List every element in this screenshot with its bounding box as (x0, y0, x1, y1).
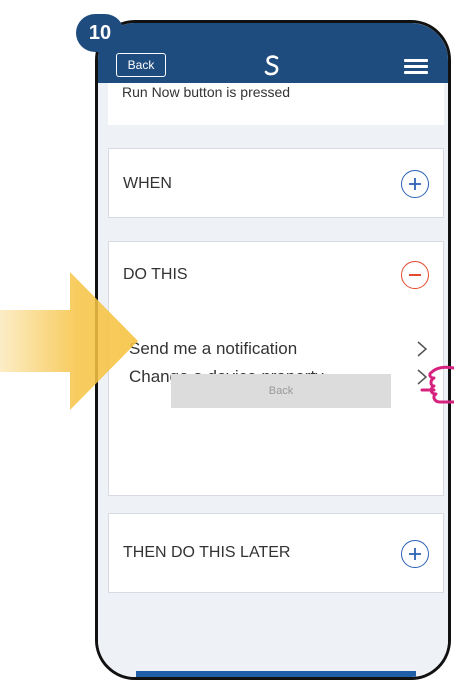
arrow-icon (0, 272, 138, 410)
menu-icon[interactable] (404, 59, 428, 74)
plus-icon (409, 548, 421, 560)
step-badge: 10 (76, 14, 124, 52)
do-this-card: DO THIS Send me a notification Change a … (108, 241, 444, 496)
chevron-right-icon (417, 341, 427, 357)
then-later-title: THEN DO THIS LATER (123, 544, 291, 561)
then-later-card: THEN DO THIS LATER (108, 513, 444, 593)
when-title: WHEN (123, 175, 172, 192)
add-then-later-button[interactable] (401, 540, 429, 568)
bottom-primary-button[interactable] (136, 671, 416, 677)
trigger-summary: Run Now button is pressed (108, 83, 444, 125)
back-button[interactable]: Back (116, 53, 166, 77)
app-header: Back (98, 23, 448, 83)
logo-icon (264, 55, 279, 76)
phone-frame: Back Run Now button is pressed WHEN DO T… (95, 20, 451, 680)
remove-do-this-button[interactable] (401, 261, 429, 289)
plus-icon (409, 178, 421, 190)
minus-icon (409, 274, 421, 276)
hand-pointer-icon (420, 365, 454, 404)
do-this-back-button[interactable]: Back (171, 374, 391, 408)
when-card: WHEN (108, 148, 444, 218)
add-when-button[interactable] (401, 170, 429, 198)
action-label: Send me a notification (129, 339, 298, 358)
content-area: Run Now button is pressed WHEN DO THIS S… (98, 83, 448, 677)
